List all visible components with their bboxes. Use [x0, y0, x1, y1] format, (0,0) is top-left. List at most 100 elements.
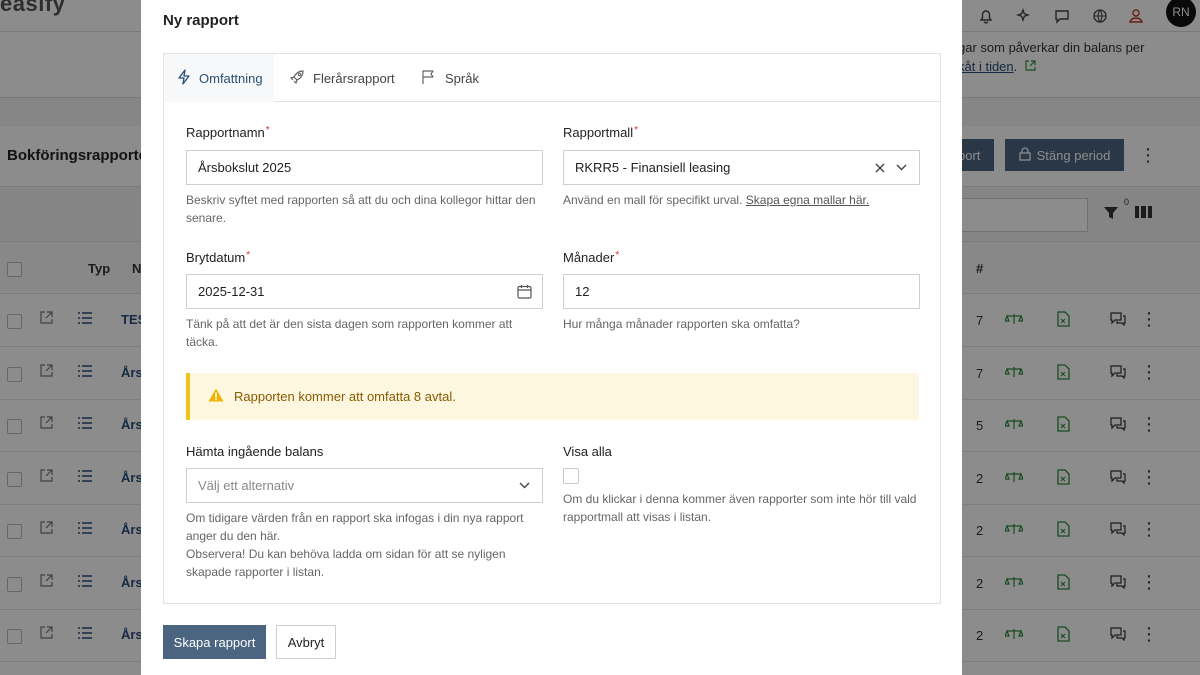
balance-icon[interactable]	[1004, 366, 1024, 381]
create-report-button[interactable]: Skapa rapport	[163, 625, 266, 659]
balance-icon[interactable]	[1004, 418, 1024, 433]
kebab-menu-icon[interactable]: ⋮	[1139, 145, 1157, 166]
row-checkbox[interactable]	[7, 629, 22, 644]
tab-sprak[interactable]: Språk	[421, 54, 479, 102]
avatar[interactable]: RN	[1166, 0, 1196, 27]
sparkle-icon[interactable]	[1014, 6, 1034, 26]
report-template-value: RKRR5 - Finansiell leasing	[575, 160, 731, 175]
table-search-input[interactable]	[960, 198, 1088, 232]
balance-icon[interactable]	[1004, 576, 1024, 591]
row-count: 2	[976, 628, 984, 643]
comments-icon[interactable]	[1110, 417, 1126, 434]
tab-flerarsrapport[interactable]: Flerårsrapport	[289, 54, 395, 102]
excel-file-icon[interactable]	[1057, 311, 1070, 330]
cutoff-date-label-text: Brytdatum	[186, 250, 246, 265]
row-checkbox[interactable]	[7, 314, 22, 329]
list-icon[interactable]	[78, 470, 92, 485]
row-kebab-icon[interactable]: ⋮	[1140, 309, 1158, 330]
create-templates-link[interactable]: Skapa egna mallar här.	[746, 193, 869, 207]
columns-icon[interactable]	[1135, 205, 1153, 224]
info-link-line: kåt i tiden.	[958, 57, 1144, 76]
row-name[interactable]: Års	[121, 627, 143, 642]
comments-icon[interactable]	[1110, 470, 1126, 487]
list-icon[interactable]	[78, 522, 92, 537]
open-external-icon[interactable]	[40, 626, 53, 642]
row-kebab-icon[interactable]: ⋮	[1140, 362, 1158, 383]
excel-file-icon[interactable]	[1057, 364, 1070, 383]
row-name[interactable]: Års	[121, 575, 143, 590]
filter-icon[interactable]	[1103, 205, 1119, 226]
list-icon[interactable]	[78, 417, 92, 432]
show-all-checkbox[interactable]	[563, 468, 579, 484]
row-name[interactable]: Års	[121, 522, 143, 537]
column-count: #	[976, 261, 984, 276]
list-icon[interactable]	[78, 627, 92, 642]
list-icon[interactable]	[78, 365, 92, 380]
select-all-checkbox[interactable]	[7, 262, 22, 277]
row-name[interactable]: Års	[121, 365, 143, 380]
tab-label: Omfattning	[199, 70, 263, 86]
row-kebab-icon[interactable]: ⋮	[1140, 624, 1158, 645]
row-checkbox[interactable]	[7, 419, 22, 434]
excel-file-icon[interactable]	[1057, 416, 1070, 435]
comments-icon[interactable]	[1110, 365, 1126, 382]
chevron-down-icon[interactable]	[896, 151, 907, 184]
row-checkbox[interactable]	[7, 577, 22, 592]
row-kebab-icon[interactable]: ⋮	[1140, 519, 1158, 540]
cancel-button[interactable]: Avbryt	[276, 625, 336, 659]
cutoff-date-input[interactable]: 2025-12-31	[186, 274, 543, 309]
row-kebab-icon[interactable]: ⋮	[1140, 572, 1158, 593]
report-template-help: Använd en mall för specifikt urval. Skap…	[563, 191, 923, 209]
list-icon[interactable]	[78, 312, 92, 327]
excel-file-icon[interactable]	[1057, 521, 1070, 540]
months-input[interactable]: 12	[563, 274, 920, 309]
excel-file-icon[interactable]	[1057, 626, 1070, 645]
balance-icon[interactable]	[1004, 523, 1024, 538]
warning-text: Rapporten kommer att omfatta 8 avtal.	[234, 389, 456, 404]
cutoff-date-label: Brytdatum*	[186, 250, 250, 265]
row-name[interactable]: Års	[121, 470, 143, 485]
balance-icon[interactable]	[1004, 628, 1024, 643]
open-external-icon[interactable]	[40, 364, 53, 380]
open-external-icon[interactable]	[40, 469, 53, 485]
tab-omfattning[interactable]: Omfattning	[164, 54, 274, 102]
row-checkbox[interactable]	[7, 367, 22, 382]
report-button[interactable]: port	[958, 139, 994, 171]
calendar-icon[interactable]	[517, 275, 532, 308]
open-external-icon[interactable]	[40, 521, 53, 537]
open-external-icon[interactable]	[40, 311, 53, 327]
opening-balance-select[interactable]: Välj ett alternativ	[186, 468, 543, 503]
report-name-input[interactable]: Årsbokslut 2025	[186, 150, 543, 185]
new-report-modal: Ny rapport Omfattning Flerårsrapport Spr…	[141, 0, 962, 675]
row-kebab-icon[interactable]: ⋮	[1140, 467, 1158, 488]
report-template-select[interactable]: RKRR5 - Finansiell leasing	[563, 150, 920, 185]
row-checkbox[interactable]	[7, 472, 22, 487]
list-icon[interactable]	[78, 575, 92, 590]
excel-file-icon[interactable]	[1057, 574, 1070, 593]
excel-file-icon[interactable]	[1057, 469, 1070, 488]
bolt-icon	[177, 68, 191, 88]
clear-icon[interactable]	[875, 151, 885, 184]
opening-balance-label: Hämta ingående balans	[186, 444, 324, 459]
bell-icon[interactable]	[976, 6, 996, 26]
warning-alert: Rapporten kommer att omfatta 8 avtal.	[186, 373, 919, 420]
balance-icon[interactable]	[1004, 313, 1024, 328]
open-external-icon[interactable]	[40, 416, 53, 432]
close-period-button[interactable]: Stäng period	[1005, 139, 1124, 171]
chevron-down-icon[interactable]	[519, 469, 530, 502]
comments-icon[interactable]	[1110, 627, 1126, 644]
comments-icon[interactable]	[1110, 575, 1126, 592]
users-icon[interactable]	[1128, 6, 1148, 26]
globe-icon[interactable]	[1090, 6, 1110, 26]
row-name[interactable]: Års	[121, 417, 143, 432]
open-external-icon[interactable]	[40, 574, 53, 590]
comments-icon[interactable]	[1110, 522, 1126, 539]
chat-icon[interactable]	[1052, 6, 1072, 26]
info-link[interactable]: kåt i tiden	[958, 59, 1014, 74]
row-count: 2	[976, 523, 984, 538]
row-checkbox[interactable]	[7, 524, 22, 539]
comments-icon[interactable]	[1110, 312, 1126, 329]
balance-icon[interactable]	[1004, 471, 1024, 486]
row-kebab-icon[interactable]: ⋮	[1140, 414, 1158, 435]
external-link-icon[interactable]	[1021, 59, 1036, 74]
